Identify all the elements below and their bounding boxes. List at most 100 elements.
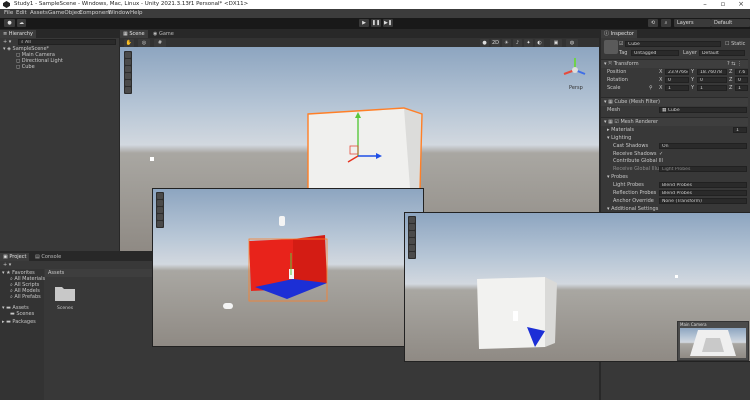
tab-inspector[interactable]: ⓘ Inspector (601, 30, 637, 38)
rotate-tool-icon[interactable] (409, 231, 415, 237)
scale-x-field[interactable]: 1 (665, 85, 689, 91)
materials-count[interactable]: 1 (733, 127, 747, 133)
view-tool-icon[interactable] (125, 52, 131, 58)
layout-dropdown[interactable]: Default (711, 19, 750, 27)
white-room[interactable] (475, 273, 575, 353)
lighting-toggle-icon[interactable]: ☀ (502, 38, 511, 47)
tab-scene[interactable]: ▦ Scene (120, 30, 148, 38)
scenes-folder-tile[interactable] (55, 285, 75, 301)
view-tool-icon[interactable] (157, 193, 163, 199)
maximize-button[interactable]: ▫ (714, 0, 732, 9)
scenes-folder[interactable]: ▬ Scenes (10, 311, 34, 317)
mesh-renderer-header[interactable]: ▾ ▦ ☑ Mesh Renderer (601, 117, 748, 126)
rotate-tool-icon[interactable] (125, 66, 131, 72)
effects-toggle-icon[interactable]: ✦ (524, 38, 533, 47)
audio-toggle-icon[interactable]: ♪ (513, 38, 522, 47)
persp-label[interactable]: Persp (569, 85, 583, 91)
reflection-probes-dropdown[interactable]: Blend Probes (659, 190, 747, 196)
minimize-button[interactable]: – (696, 0, 714, 9)
scale-lock-icon[interactable]: ⚲ (649, 85, 653, 91)
scale-tool-icon[interactable] (125, 73, 131, 79)
draw-mode-icon[interactable]: ● (480, 38, 489, 47)
orientation-gizmo[interactable] (560, 55, 590, 85)
object-name-field[interactable]: Cube (625, 41, 721, 47)
pivot-icon[interactable]: ◎ (138, 38, 150, 47)
menu-help[interactable]: Help (130, 10, 143, 16)
transform-header[interactable]: ▾ ⤧ Transform ? ⇆ ⋮ (601, 59, 748, 68)
step-button[interactable]: ▶❚ (383, 19, 393, 27)
cloud-icon[interactable]: ☁ (17, 19, 26, 27)
white-room-viewport[interactable]: Main Camera (405, 213, 750, 361)
hierarchy-search-input[interactable]: ⌕ All (18, 39, 116, 45)
tab-game[interactable]: ◉ Game (150, 30, 177, 38)
menu-gameobject[interactable]: GameObject (48, 10, 82, 16)
camera-settings-icon[interactable]: ▣ (550, 38, 562, 47)
tab-hierarchy[interactable]: ≡ Hierarchy (0, 30, 36, 38)
play-button[interactable]: ▶ (359, 19, 369, 27)
layer-dropdown[interactable]: Default (699, 50, 745, 56)
menu-component[interactable]: Component (79, 10, 111, 16)
camera-preview[interactable]: Main Camera (677, 321, 749, 361)
red-room[interactable] (243, 217, 339, 313)
pause-button[interactable]: ❚❚ (371, 19, 381, 27)
account-icon[interactable]: ● (4, 19, 15, 27)
position-x-field[interactable]: 23.97664 (665, 69, 689, 75)
rect-tool-icon[interactable] (125, 80, 131, 86)
hidden-objects-icon[interactable]: ◐ (535, 38, 544, 47)
scenes-label: Scenes (16, 311, 35, 317)
close-window-button[interactable]: × (732, 0, 750, 9)
selected-cube[interactable] (304, 106, 426, 194)
breadcrumb-assets[interactable]: Assets (48, 270, 64, 276)
probes-foldout[interactable]: ▾ Probes (607, 174, 628, 180)
rotation-y-field[interactable]: 0 (697, 77, 727, 83)
project-add-button[interactable]: + ▾ (3, 262, 11, 268)
menu-edit[interactable]: Edit (16, 10, 27, 16)
mesh-filter-header[interactable]: ▾ ▦ Cube (Mesh Filter) (601, 97, 748, 106)
grid-icon[interactable]: # (154, 38, 166, 47)
lighting-foldout[interactable]: ▾ Lighting (607, 135, 631, 141)
packages-folder[interactable]: ▸ ▬ Packages (2, 319, 36, 325)
active-checkbox[interactable]: ☑ (619, 41, 623, 47)
cast-shadows-dropdown[interactable]: On (659, 143, 747, 149)
search-icon[interactable]: ⌕ (661, 19, 671, 27)
2d-toggle[interactable]: 2D (491, 38, 500, 47)
fav-all-prefabs[interactable]: ⌕ All Prefabs (10, 294, 41, 300)
rect-tool-icon[interactable] (157, 221, 163, 227)
scale-y-field[interactable]: 1 (697, 85, 727, 91)
scale-tool-icon[interactable] (157, 214, 163, 220)
mesh-field[interactable]: ▦ Cube (659, 107, 747, 113)
rotation-x-field[interactable]: 0 (665, 77, 689, 83)
position-z-field[interactable]: 7.6 (735, 69, 748, 75)
menu-file[interactable]: File (4, 10, 13, 16)
tag-dropdown[interactable]: Untagged (631, 50, 679, 56)
view-tool-icon[interactable] (409, 217, 415, 223)
scale-tool-icon[interactable] (409, 238, 415, 244)
move-tool-icon[interactable] (409, 224, 415, 230)
rotate-tool-icon[interactable] (157, 207, 163, 213)
position-y-field[interactable]: 18.76078 (697, 69, 727, 75)
static-toggle[interactable]: ☐ Static (725, 41, 745, 47)
rotation-z-field[interactable]: 0 (735, 77, 748, 83)
light-probes-dropdown[interactable]: Blend Probes (659, 182, 747, 188)
transform-tool-icon[interactable] (125, 87, 131, 93)
hierarchy-item-cube[interactable]: ◻ Cube (16, 64, 35, 70)
move-tool-icon[interactable] (125, 59, 131, 65)
receive-shadows-checkbox[interactable]: ✓ (659, 151, 663, 157)
anchor-override-field[interactable]: None (Transform) (659, 198, 747, 204)
move-tool-icon[interactable] (157, 200, 163, 206)
transform-tool-icon[interactable] (409, 252, 415, 258)
hierarchy-add-button[interactable]: + ▾ (3, 39, 11, 45)
materials-foldout[interactable]: ▸ Materials (607, 127, 634, 133)
gizmos-icon[interactable]: ◍ (566, 38, 578, 47)
menu-window[interactable]: Window (108, 10, 130, 16)
hand-tool-icon[interactable]: ✋ (124, 38, 134, 47)
history-icon[interactable]: ⟲ (648, 19, 658, 27)
component-menu-icon[interactable]: ? ⇆ ⋮ (727, 61, 742, 67)
tab-console[interactable]: ▤ Console (32, 253, 64, 261)
red-room-viewport[interactable] (153, 189, 423, 346)
layers-dropdown[interactable]: Layers (674, 19, 711, 27)
scale-z-field[interactable]: 1 (735, 85, 748, 91)
tab-project[interactable]: ▣ Project (0, 253, 30, 261)
rect-tool-icon[interactable] (409, 245, 415, 251)
menu-assets[interactable]: Assets (30, 10, 48, 16)
